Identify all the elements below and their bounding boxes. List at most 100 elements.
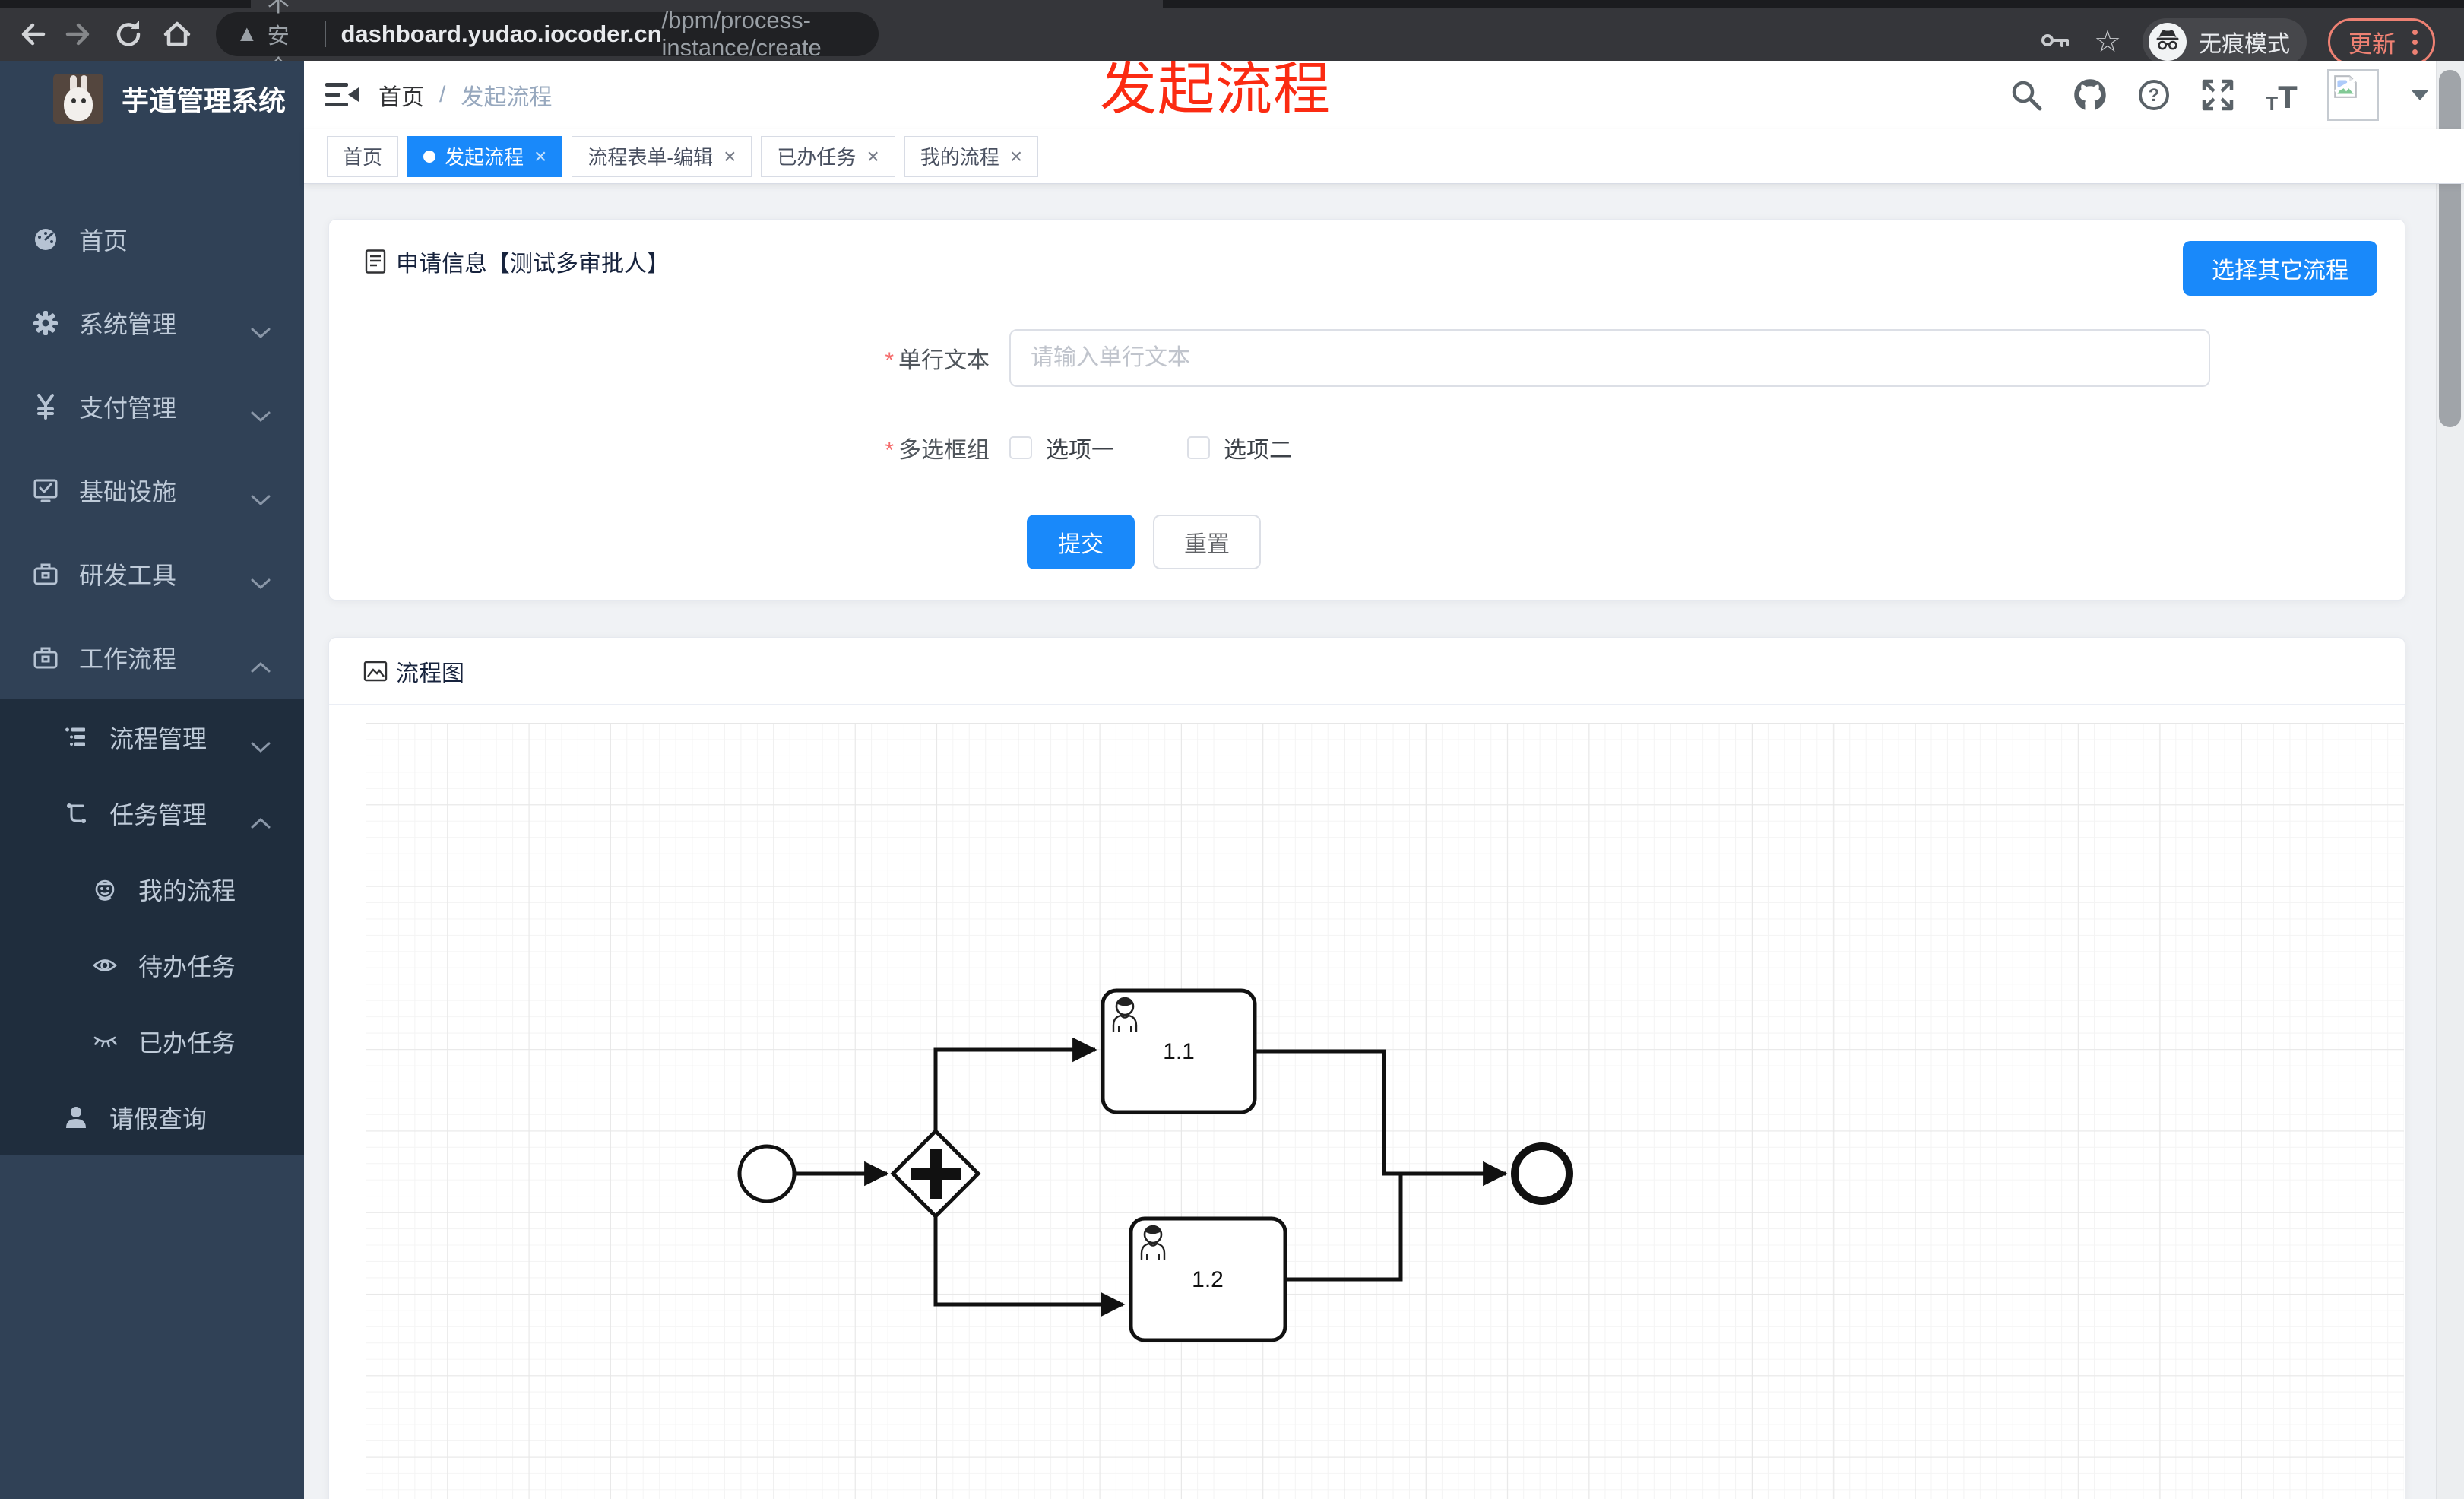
incognito-badge: 无痕模式 (2143, 18, 2307, 65)
tag-create-process[interactable]: 发起流程 × (407, 135, 563, 177)
bpmn-diagram: 1.1 1.2 (737, 988, 1573, 1342)
checkbox-option-2[interactable]: 选项二 (1187, 431, 1292, 464)
browser-forward-button[interactable] (62, 17, 97, 52)
apply-info-card-header: 申请信息【测试多审批人】 (329, 220, 2405, 303)
branch-icon (59, 802, 93, 825)
toolbox-icon (29, 561, 62, 587)
sidebar-item-label: 待办任务 (138, 953, 236, 981)
sidebar-item-payment[interactable]: 支付管理 (0, 365, 304, 448)
broken-image-icon (2334, 75, 2357, 98)
chevron-down-icon (251, 731, 271, 759)
search-icon (2012, 81, 2042, 111)
sidebar-item-process-mgmt[interactable]: 流程管理 (0, 699, 304, 775)
sidebar-item-task-mgmt[interactable]: 任务管理 (0, 775, 304, 851)
checkbox-group-row: * 多选框组 选项一 选项二 (329, 423, 2405, 472)
tags-view-bar: 首页 发起流程 × 流程表单-编辑 × 已办任务 × 我的流程 × (304, 129, 2464, 184)
annotation-title: 发起流程 (1100, 57, 1332, 121)
sidebar-collapse-button[interactable] (325, 78, 362, 113)
close-icon[interactable]: × (1010, 145, 1022, 167)
tag-done-tasks[interactable]: 已办任务 × (761, 135, 895, 177)
not-secure-warning-icon: ▲ (236, 21, 258, 46)
page-scrollbar[interactable] (2436, 61, 2464, 1499)
bookmark-star-icon[interactable]: ☆ (2094, 27, 2121, 57)
tag-label: 我的流程 (920, 146, 999, 169)
app-logo (53, 74, 103, 124)
edge-task1-to-end (1255, 1049, 1508, 1187)
tag-form-edit[interactable]: 流程表单-编辑 × (572, 135, 752, 177)
select-other-process-button[interactable]: 选择其它流程 (2183, 241, 2377, 296)
header-search-button[interactable] (2008, 77, 2044, 113)
checkbox-label: 选项二 (1224, 438, 1292, 463)
browser-tab-strip (0, 0, 2464, 8)
sidebar-item-devtools[interactable]: 研发工具 (0, 532, 304, 616)
document-icon (365, 249, 386, 274)
hamburger-icon (325, 83, 359, 106)
workflow-submenu: 流程管理 任务管理 我的流程 待办任务 已办任务 请假查询 (0, 699, 304, 1155)
tag-my-process[interactable]: 我的流程 × (904, 135, 1039, 177)
close-icon[interactable]: × (534, 145, 546, 167)
close-icon[interactable]: × (866, 145, 879, 167)
dashboard-icon (29, 227, 62, 252)
header-fontsize-button[interactable]: TT (2263, 77, 2300, 114)
sidebar-item-my-process[interactable]: 我的流程 (0, 851, 304, 927)
sidebar-item-done-tasks[interactable]: 已办任务 (0, 1003, 304, 1079)
checkbox-label: 选项一 (1046, 438, 1114, 463)
avatar[interactable] (2327, 69, 2379, 121)
checkbox-option-1[interactable]: 选项一 (1009, 431, 1114, 464)
active-dot-icon (423, 150, 436, 163)
browser-home-button[interactable] (160, 17, 195, 52)
browser-update-button[interactable]: 更新 (2328, 18, 2435, 65)
process-diagram-header: 流程图 (329, 638, 2405, 705)
sidebar-item-infra[interactable]: 基础设施 (0, 448, 304, 532)
question-icon: ? (2139, 80, 2169, 110)
person-icon (59, 1105, 93, 1130)
incognito-label: 无痕模式 (2199, 32, 2290, 57)
sidebar-item-workflow[interactable]: 工作流程 (0, 616, 304, 699)
tag-label: 流程表单-编辑 (587, 146, 714, 169)
start-event-node (737, 1144, 797, 1203)
briefcase-icon (29, 645, 62, 670)
single-line-text-input[interactable] (1009, 329, 2210, 387)
sidebar-item-label: 支付管理 (79, 395, 177, 422)
tree-list-icon (59, 726, 93, 749)
eye-closed-icon (88, 1032, 122, 1051)
tag-home[interactable]: 首页 (327, 135, 399, 177)
app-logo-row[interactable]: 芋道管理系统 (0, 61, 304, 137)
reset-button[interactable]: 重置 (1153, 515, 1261, 569)
checkbox-icon[interactable] (1187, 436, 1210, 459)
end-event-node (1511, 1142, 1573, 1205)
bpmn-canvas[interactable]: 1.1 1.2 (366, 723, 2404, 1499)
required-star: * (885, 348, 894, 373)
sidebar-item-home[interactable]: 首页 (0, 198, 304, 281)
sidebar-item-todo-tasks[interactable]: 待办任务 (0, 927, 304, 1003)
task2-label: 1.2 (1192, 1267, 1224, 1292)
breadcrumb-home[interactable]: 首页 (378, 78, 424, 112)
browser-reload-button[interactable] (111, 17, 146, 52)
url-host: dashboard.yudao.iocoder.cn (340, 21, 662, 47)
infra-icon (29, 477, 62, 503)
url-bar[interactable]: ▲ 不安全 dashboard.yudao.iocoder.cn /bpm/pr… (216, 0, 879, 81)
sidebar-item-label: 首页 (79, 227, 128, 255)
checkbox-icon[interactable] (1009, 436, 1032, 459)
yen-icon (29, 394, 62, 420)
browser-back-button[interactable] (14, 17, 49, 52)
eye-open-icon (88, 955, 122, 975)
close-icon[interactable]: × (724, 145, 736, 167)
browser-menu-icon[interactable] (2409, 27, 2421, 58)
sidebar-item-leave-query[interactable]: 请假查询 (0, 1079, 304, 1155)
header-github-button[interactable] (2072, 77, 2108, 113)
github-icon (2074, 79, 2106, 110)
back-arrow-icon (21, 23, 46, 46)
edge-gateway-to-task2 (933, 1216, 1126, 1317)
password-key-icon[interactable] (2039, 24, 2073, 61)
scrollbar-thumb[interactable] (2439, 70, 2461, 427)
avatar-caret-icon[interactable] (2411, 90, 2429, 100)
header-fullscreen-button[interactable] (2200, 77, 2236, 113)
sidebar-item-system[interactable]: 系统管理 (0, 281, 304, 365)
submit-button[interactable]: 提交 (1027, 515, 1135, 569)
text-field-label: * 单行文本 (885, 348, 990, 373)
home-icon (163, 21, 191, 46)
header-help-button[interactable]: ? (2136, 77, 2172, 113)
chevron-down-icon (251, 484, 271, 512)
chevron-down-icon (251, 401, 271, 429)
